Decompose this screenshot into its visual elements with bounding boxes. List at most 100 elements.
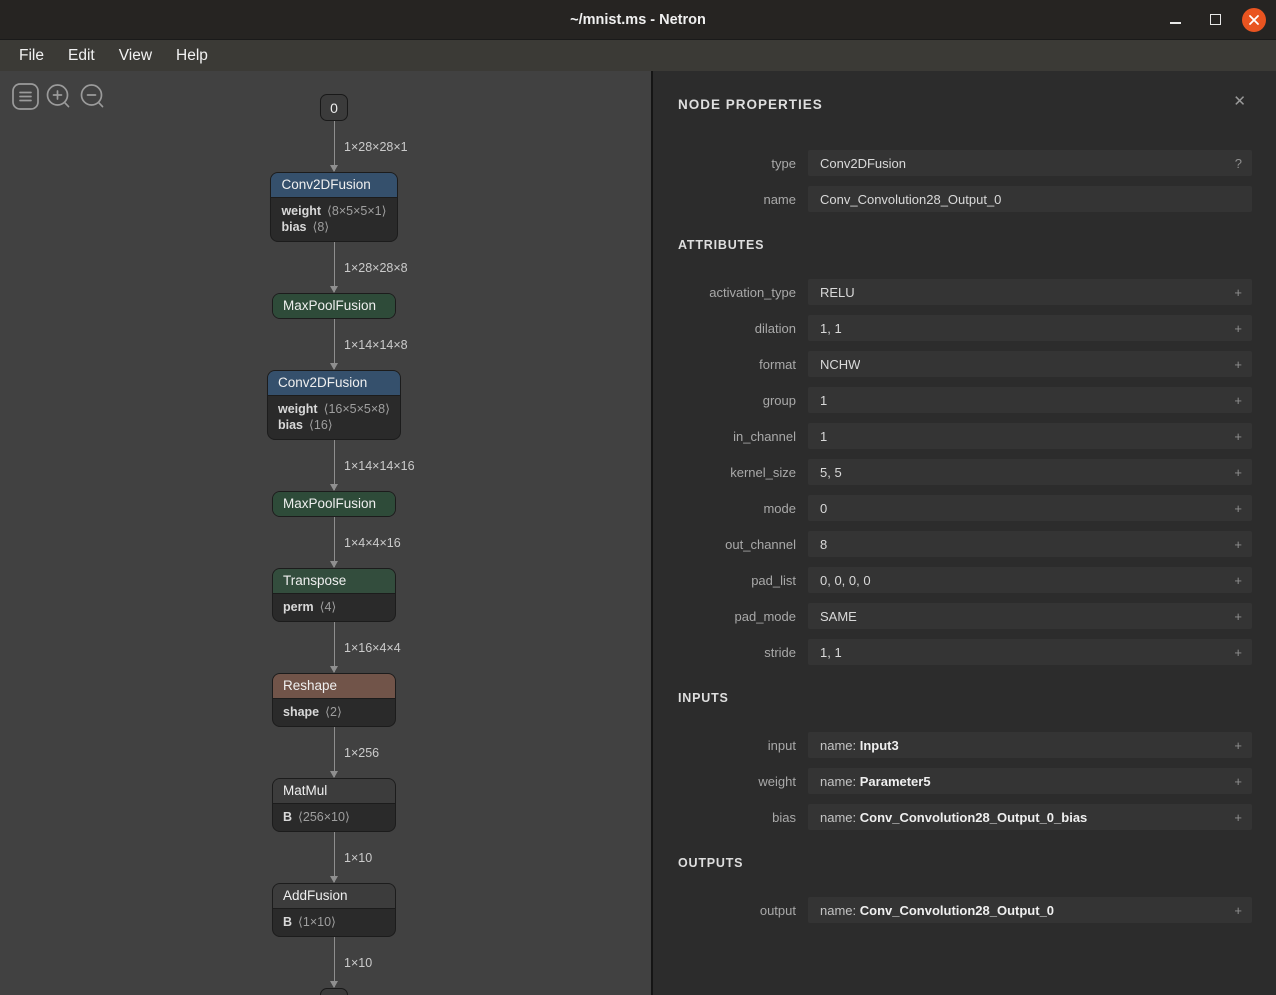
tensor-shape-label[interactable]: 1×14×14×16 <box>344 459 415 473</box>
property-value-box[interactable]: 8+ <box>808 531 1252 557</box>
node-conv2dfusion[interactable]: Conv2DFusionweight⟨8×5×5×1⟩bias⟨8⟩ <box>270 172 397 242</box>
expand-icon[interactable]: + <box>1226 393 1242 408</box>
maximize-button[interactable] <box>1202 7 1228 33</box>
property-value-box[interactable]: SAME + <box>808 603 1252 629</box>
expand-icon[interactable]: + <box>1226 501 1242 516</box>
tensor-shape-label[interactable]: 1×28×28×8 <box>344 261 408 275</box>
node-header: AddFusion <box>273 884 395 909</box>
expand-icon[interactable]: + <box>1226 285 1242 300</box>
property-value-box[interactable]: NCHW + <box>808 351 1252 377</box>
property-row: dilation1, 1+ <box>678 315 1252 341</box>
expand-icon[interactable]: + <box>1226 774 1242 789</box>
node-maxpoolfusion[interactable]: MaxPoolFusion <box>272 491 396 517</box>
edge-line <box>333 832 334 882</box>
close-icon <box>1248 14 1260 26</box>
property-value-box[interactable]: name: Conv_Convolution28_Output_0+ <box>808 897 1252 923</box>
property-row: weightname: Parameter5+ <box>678 768 1252 794</box>
param-name: perm <box>283 600 314 614</box>
menu-icon <box>12 83 39 115</box>
edge-line <box>333 440 334 490</box>
node-reshape[interactable]: Reshapeshape⟨2⟩ <box>272 673 396 727</box>
node-matmul[interactable]: MatMulB⟨256×10⟩ <box>272 778 396 832</box>
property-value-box[interactable]: Conv2DFusion? <box>808 150 1252 176</box>
expand-icon[interactable]: + <box>1226 429 1242 444</box>
property-label: in_channel <box>678 429 796 444</box>
node-maxpoolfusion[interactable]: MaxPoolFusion <box>272 293 396 319</box>
expand-icon[interactable]: + <box>1226 609 1242 624</box>
tensor-shape-label[interactable]: 1×16×4×4 <box>344 641 401 655</box>
property-value-box[interactable]: 1, 1+ <box>808 639 1252 665</box>
window-title: ~/mnist.ms - Netron <box>570 12 706 28</box>
tensor-shape-label[interactable]: 1×28×28×1 <box>344 140 408 154</box>
property-row: pad_modeSAME+ <box>678 603 1252 629</box>
property-label: mode <box>678 501 796 516</box>
node-addfusion[interactable]: AddFusionB⟨1×10⟩ <box>272 883 396 937</box>
menu-help[interactable]: Help <box>164 40 220 71</box>
netron-window: ~/mnist.ms - Netron FileEditViewHelp 0 1×… <box>0 0 1276 995</box>
graph-canvas[interactable]: 0 1×28×28×1 Conv2DFusionweight⟨8×5×5×1⟩bia… <box>0 71 651 995</box>
property-value-box[interactable]: name: Input3+ <box>808 732 1252 758</box>
tensor-shape-label[interactable]: 1×4×4×16 <box>344 536 401 550</box>
property-rows: typeConv2DFusion?nameConv_Convolution28_… <box>678 150 1252 212</box>
expand-icon[interactable]: + <box>1226 537 1242 552</box>
property-value: 0 <box>820 501 827 516</box>
help-icon[interactable]: ? <box>1227 156 1242 171</box>
edge-arrow <box>330 286 338 293</box>
zoom-in-button[interactable] <box>45 85 73 113</box>
property-row: in_channel 1+ <box>678 423 1252 449</box>
menu-button[interactable] <box>11 85 39 113</box>
property-value-box[interactable]: 5, 5+ <box>808 459 1252 485</box>
property-value-box[interactable]: name: Parameter5 + <box>808 768 1252 794</box>
io-node[interactable]: 0 <box>320 94 348 121</box>
property-value-box[interactable]: 1+ <box>808 387 1252 413</box>
property-value-box[interactable]: 1, 1+ <box>808 315 1252 341</box>
menu-edit[interactable]: Edit <box>56 40 107 71</box>
property-value: SAME <box>820 609 857 624</box>
expand-icon[interactable]: + <box>1226 738 1242 753</box>
property-value-box[interactable]: Conv_Convolution28_Output_0 <box>808 186 1252 212</box>
property-value-box[interactable]: name: Conv_Convolution28_Output_0_bias+ <box>808 804 1252 830</box>
node-conv2dfusion[interactable]: Conv2DFusionweight⟨16×5×5×8⟩bias⟨16⟩ <box>267 370 401 440</box>
node-params: weight⟨8×5×5×1⟩bias⟨8⟩ <box>271 198 396 241</box>
edge-arrow <box>330 666 338 673</box>
node-param: B⟨256×10⟩ <box>283 809 385 824</box>
param-value: ⟨2⟩ <box>325 705 342 719</box>
close-button[interactable] <box>1242 8 1266 32</box>
tensor-shape-label[interactable]: 1×256 <box>344 746 379 760</box>
panel-close-icon[interactable]: ✕ <box>1233 95 1246 109</box>
io-node[interactable]: 0 <box>320 988 348 995</box>
property-value: RELU <box>820 285 855 300</box>
property-row: outputname: Conv_Convolution28_Output_0+ <box>678 897 1252 923</box>
expand-icon[interactable]: + <box>1226 573 1242 588</box>
property-value: NCHW <box>820 357 860 372</box>
menu-file[interactable]: File <box>7 40 56 71</box>
expand-icon[interactable]: + <box>1226 645 1242 660</box>
node-params: weight⟨16×5×5×8⟩bias⟨16⟩ <box>268 396 400 439</box>
tensor-shape-label[interactable]: 1×10 <box>344 851 372 865</box>
menu-view[interactable]: View <box>107 40 164 71</box>
minimize-button[interactable] <box>1162 7 1188 33</box>
node-param: weight⟨16×5×5×8⟩ <box>278 401 390 416</box>
expand-icon[interactable]: + <box>1226 465 1242 480</box>
edge-arrow <box>330 165 338 172</box>
expand-icon[interactable]: + <box>1226 357 1242 372</box>
property-row: typeConv2DFusion? <box>678 150 1252 176</box>
property-value-box[interactable]: RELU + <box>808 279 1252 305</box>
param-value: ⟨16×5×5×8⟩ <box>324 402 390 416</box>
tensor-shape-label[interactable]: 1×10 <box>344 956 372 970</box>
tensor-shape-label[interactable]: 1×14×14×8 <box>344 338 408 352</box>
node-transpose[interactable]: Transposeperm⟨4⟩ <box>272 568 396 622</box>
property-value-box[interactable]: 0, 0, 0, 0+ <box>808 567 1252 593</box>
minimize-icon <box>1170 22 1181 24</box>
expand-icon[interactable]: + <box>1226 903 1242 918</box>
property-value-box[interactable]: 1+ <box>808 423 1252 449</box>
graph-chain: 01×28×28×1Conv2DFusionweight⟨8×5×5×1⟩bia… <box>267 94 401 995</box>
expand-icon[interactable]: + <box>1226 810 1242 825</box>
section-title-attributes: ATTRIBUTES <box>678 238 1252 252</box>
zoom-out-button[interactable] <box>79 85 107 113</box>
node-params: perm⟨4⟩ <box>273 594 395 621</box>
property-value: name: Parameter5 <box>820 774 931 789</box>
expand-icon[interactable]: + <box>1226 321 1242 336</box>
property-value-box[interactable]: 0+ <box>808 495 1252 521</box>
property-row: group1+ <box>678 387 1252 413</box>
